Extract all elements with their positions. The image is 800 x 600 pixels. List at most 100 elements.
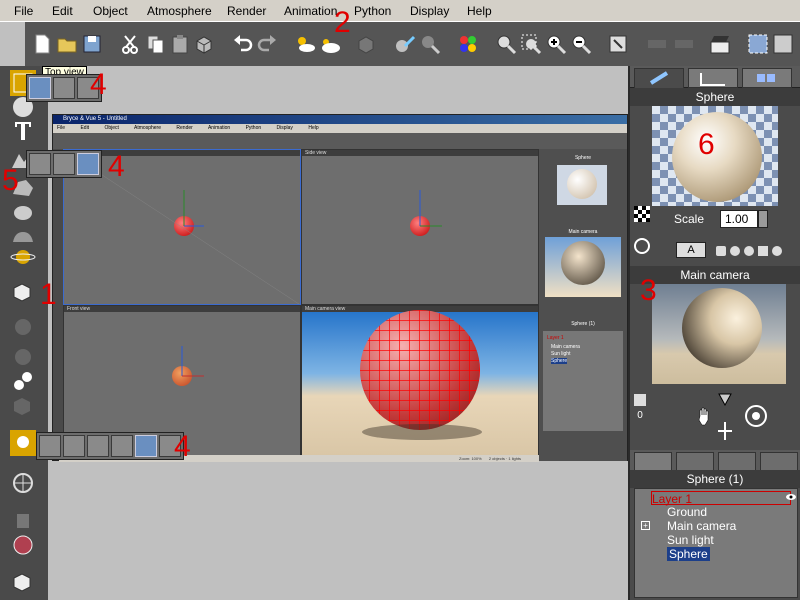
tree-item-sun-light[interactable]: Sun light — [667, 533, 714, 547]
scene-tree: Layer 1 Ground Main camera Sun light Sph… — [634, 488, 798, 598]
frame-counter: 0 — [637, 410, 643, 421]
group-tool-icon[interactable] — [10, 392, 36, 418]
embedded-screenshot: Bryce & Vue 5 - Untitled File Edit Objec… — [52, 114, 628, 462]
tab-objects[interactable] — [742, 68, 792, 88]
open-folder-icon[interactable] — [55, 32, 79, 56]
save-camera-icon[interactable] — [634, 394, 646, 406]
export-object-icon[interactable] — [10, 568, 36, 594]
orbit-icon[interactable] — [742, 402, 770, 430]
zoom-region-icon[interactable] — [519, 32, 543, 56]
menu-render[interactable]: Render — [227, 4, 266, 18]
menu-atmosphere[interactable]: Atmosphere — [147, 4, 212, 18]
camera-preview — [652, 284, 786, 384]
front-view-icon[interactable] — [53, 77, 75, 99]
zoom-frame-icon[interactable] — [494, 32, 518, 56]
viewport-side[interactable]: Side view — [301, 149, 539, 305]
zoom-out-icon[interactable] — [569, 32, 593, 56]
menu-file[interactable]: File — [14, 4, 33, 18]
refresh-icon[interactable] — [634, 238, 650, 254]
render-region-icon[interactable] — [746, 32, 770, 56]
wire-mode-icon[interactable] — [758, 246, 768, 256]
embedded-preview-label: Sphere — [574, 155, 592, 161]
eye-icon[interactable] — [785, 491, 797, 501]
shading-mode-icon[interactable] — [744, 246, 754, 256]
material-checker-icon[interactable] — [634, 206, 650, 222]
viewport-camera[interactable]: Main camera view — [301, 305, 539, 457]
sphere-shadow — [362, 424, 482, 440]
new-file-icon[interactable] — [30, 32, 54, 56]
scene-tree-title: Sphere (1) — [630, 470, 800, 488]
import-object-icon[interactable] — [10, 278, 36, 304]
tree-item-main-camera[interactable]: Main camera — [667, 519, 736, 533]
menu-object[interactable]: Object — [93, 4, 128, 18]
tab-ruler[interactable] — [688, 68, 738, 88]
light-tool-icon[interactable] — [10, 430, 36, 456]
embedded-scene-label: Sphere (1) — [571, 321, 595, 327]
edit-material-icon[interactable] — [393, 32, 417, 56]
expand-icon[interactable]: + — [641, 521, 650, 530]
metablob-icon[interactable] — [10, 344, 36, 370]
directional-light-icon[interactable] — [111, 435, 133, 457]
render-option-1-icon[interactable] — [645, 32, 669, 56]
object-preview-title: Sphere — [630, 88, 800, 106]
redo-icon[interactable] — [256, 32, 280, 56]
menu-help[interactable]: Help — [467, 4, 492, 18]
pan-hand-icon[interactable] — [696, 406, 714, 426]
scale-spinner[interactable] — [758, 210, 768, 228]
object-cube-icon[interactable] — [355, 32, 379, 56]
light-panel-icon[interactable] — [135, 435, 157, 457]
embedded-tree-item: Sun light — [551, 351, 571, 357]
render-option-2-icon[interactable] — [672, 32, 696, 56]
tilt-icon[interactable] — [718, 392, 732, 407]
menu-animation[interactable]: Animation — [284, 4, 337, 18]
atmosphere-sun-icon[interactable] — [293, 32, 317, 56]
embedded-right-panel: Sphere Main camera Sphere (1) Layer 1 Ma… — [539, 149, 627, 461]
zoom-in-icon[interactable] — [544, 32, 568, 56]
standard-terrain-icon[interactable] — [29, 153, 51, 175]
preview-mode-select[interactable]: A — [676, 242, 706, 258]
sphere-wireframe[interactable] — [360, 310, 480, 430]
lighting-mode-icon[interactable] — [730, 246, 740, 256]
side-view-axes — [419, 190, 442, 227]
light-mode-icon[interactable] — [772, 246, 782, 256]
boolean-tool-icon[interactable] — [10, 314, 36, 340]
link-tool-icon[interactable] — [10, 368, 36, 394]
save-icon[interactable] — [80, 32, 104, 56]
tree-item-sphere[interactable]: Sphere — [667, 547, 710, 561]
camera-tool-icon[interactable] — [10, 470, 36, 496]
cylinder-tool-icon[interactable] — [10, 506, 36, 532]
undo-icon[interactable] — [230, 32, 254, 56]
clapboard-icon[interactable] — [708, 32, 732, 56]
scale-input[interactable]: 1.00 — [720, 210, 758, 228]
edit-object-icon[interactable] — [418, 32, 442, 56]
menu-display[interactable]: Display — [410, 4, 449, 18]
planet-icon[interactable] — [10, 244, 36, 270]
procedural-terrain-icon[interactable] — [53, 153, 75, 175]
embedded-menu-item: Python — [245, 125, 262, 131]
menu-edit[interactable]: Edit — [52, 4, 73, 18]
spot-light-icon[interactable] — [87, 435, 109, 457]
paste-icon[interactable] — [168, 32, 192, 56]
tab-material-brush[interactable] — [634, 68, 684, 88]
color-palette-icon[interactable] — [456, 32, 480, 56]
text-tool-icon[interactable] — [10, 118, 36, 144]
move-vertical-icon[interactable] — [718, 422, 732, 440]
point-light-icon[interactable] — [39, 435, 61, 457]
save-preview-icon[interactable] — [716, 246, 726, 256]
annotation-number: 6 — [698, 128, 715, 161]
render-full-icon[interactable] — [771, 32, 795, 56]
duplicate-icon[interactable] — [193, 32, 217, 56]
cut-icon[interactable] — [118, 32, 142, 56]
symmetric-terrain-icon[interactable] — [77, 153, 99, 175]
quadratic-light-icon[interactable] — [63, 435, 85, 457]
render-preview-icon[interactable] — [10, 532, 36, 558]
render-area-icon[interactable] — [606, 32, 630, 56]
copy-icon[interactable] — [143, 32, 167, 56]
menu-python[interactable]: Python — [354, 4, 391, 18]
app-window: File Edit Object Atmosphere Render Anima… — [0, 0, 800, 600]
tree-item-ground[interactable]: Ground — [667, 505, 707, 519]
top-view-icon[interactable] — [29, 77, 51, 99]
tree-item-layer[interactable]: Layer 1 — [651, 491, 791, 506]
stone-icon[interactable] — [10, 198, 36, 224]
embedded-camera-sphere — [561, 241, 605, 285]
